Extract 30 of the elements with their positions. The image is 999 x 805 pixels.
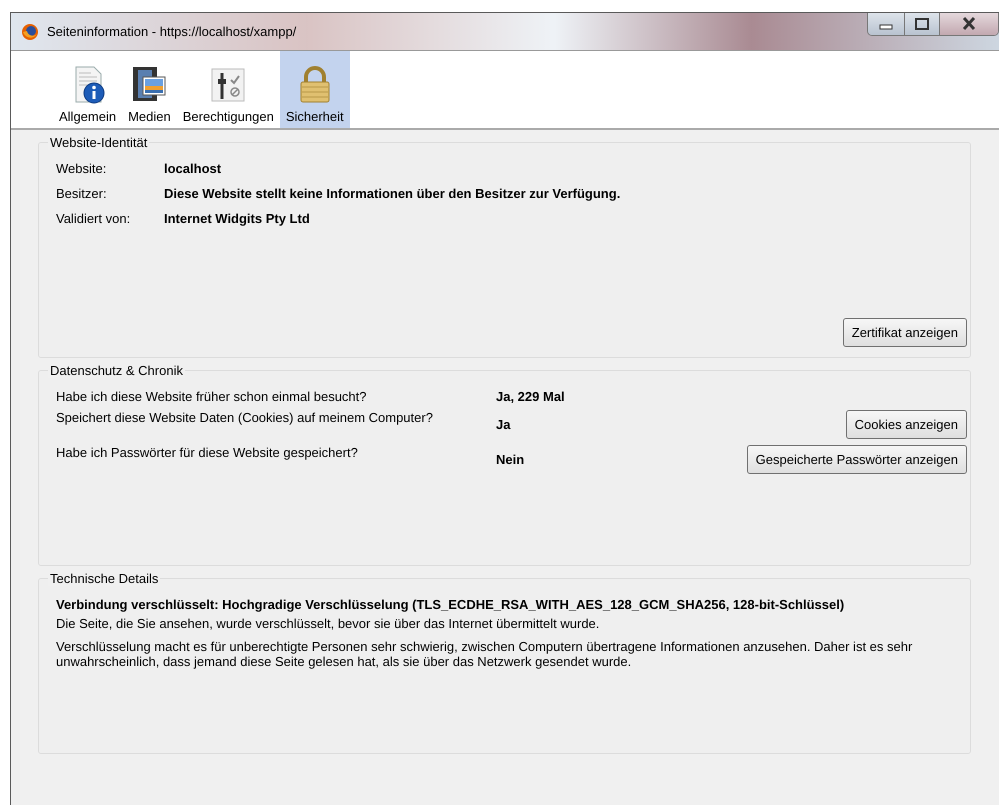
field-label: Website: <box>56 161 108 176</box>
maximize-icon[interactable] <box>905 13 940 35</box>
description-text: Verschlüsselung macht es für unberechtigte Personen sehr schwierig, zwischen Computern übertragene Informationen anzusehen. Daher ist es sehr unwahrscheinlich, dass jemand diese Seite gelesen hat, als sie über das Netzwerk gesendet wurde. <box>56 639 914 669</box>
toolbar-tab[interactable]: Medien <box>122 51 177 128</box>
minimize-icon[interactable] <box>868 13 905 35</box>
field-value: localhost <box>164 161 222 176</box>
browser-logo-icon <box>21 22 39 40</box>
field-value: Diese Website stellt keine Informationen über den Besitzer zur Verfügung. <box>164 186 622 201</box>
show-button[interactable]: Cookies anzeigen <box>846 410 967 439</box>
field-value: Internet Widgits Pty Ltd <box>164 211 311 226</box>
answer-text: Nein <box>496 452 526 467</box>
group-title: Datenschutz & Chronik <box>48 363 185 378</box>
field-label: Besitzer: <box>56 186 108 201</box>
group-title: Website-Identität <box>48 135 150 150</box>
toolbar-tab[interactable]: Sicherheit <box>280 51 350 128</box>
answer-text: Ja <box>496 417 512 432</box>
toolbar-tab[interactable]: Berechtigungen <box>176 51 280 128</box>
show-button[interactable]: Gespeicherte Passwörter anzeigen <box>746 445 967 474</box>
connection-status: Verbindung verschlüsselt: Hochgradige Verschlüsselung (TLS_ECDHE_RSA_WITH_AES_128_GCM_SHA256, 128-bit-Schlüssel) <box>56 597 846 612</box>
field-label: Validiert von: <box>56 211 132 226</box>
window-title: Seiteninformation - https://localhost/xampp/ <box>47 24 296 39</box>
description-text: Die Seite, die Sie ansehen, wurde verschlüsselt, bevor sie über das Internet übermittelt wurde. <box>56 616 600 631</box>
close-icon[interactable] <box>940 13 998 35</box>
certificate-button[interactable]: Zertifikat anzeigen <box>842 318 967 347</box>
toolbar-tab[interactable]: Allgemein <box>53 51 122 128</box>
question-text: Habe ich Passwörter für diese Website gespeichert? <box>56 445 359 460</box>
question-text: Speichert diese Website Daten (Cookies) auf meinem Computer? <box>56 410 434 425</box>
question-text: Habe ich diese Website früher schon einmal besucht? <box>56 389 368 404</box>
answer-text: Ja, 229 Mal <box>496 389 566 404</box>
group-title: Technische Details <box>48 571 160 586</box>
